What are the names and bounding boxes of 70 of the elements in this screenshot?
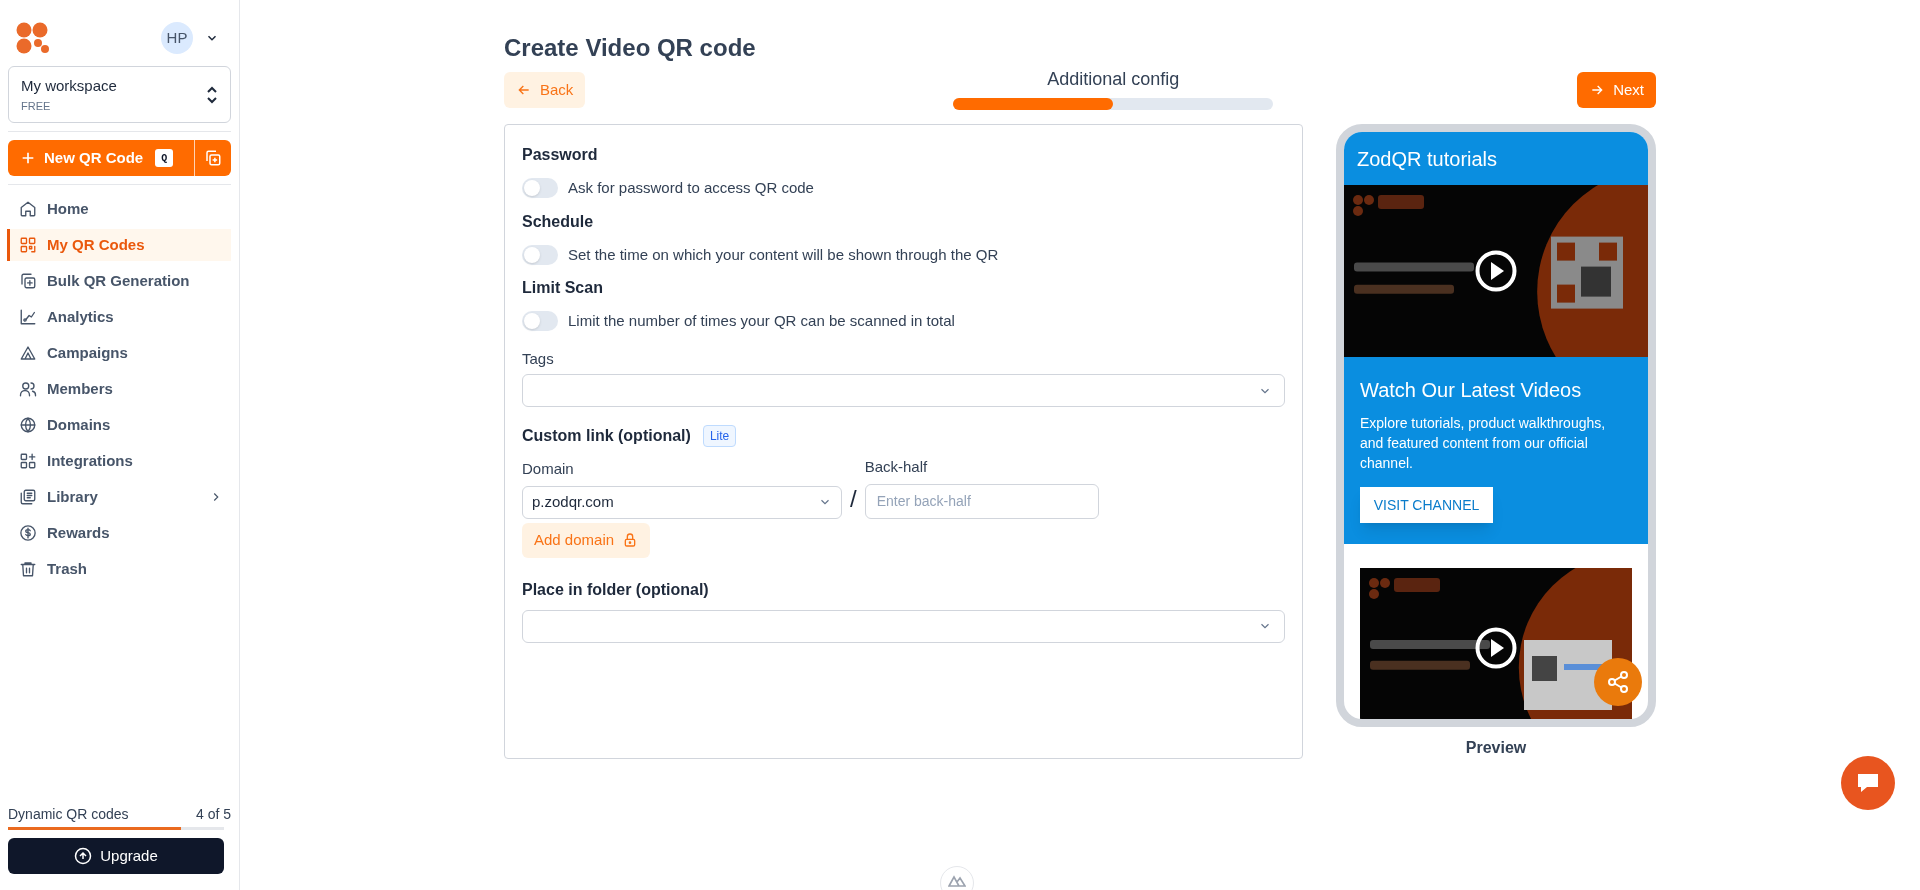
section-title: Custom link (optional) bbox=[522, 426, 691, 446]
tent-icon bbox=[19, 344, 37, 362]
field-label: Back-half bbox=[864, 457, 929, 477]
nav-item[interactable]: Domains bbox=[8, 409, 231, 441]
logo-icon[interactable] bbox=[16, 22, 50, 54]
preview-caption: Preview bbox=[1465, 738, 1527, 758]
toggle-switch[interactable] bbox=[522, 311, 558, 332]
separator-slash: / bbox=[850, 483, 857, 514]
globe-icon bbox=[19, 416, 37, 434]
shortcut-key: Q bbox=[155, 149, 174, 167]
section-title: Password bbox=[522, 145, 599, 165]
toggle-label: Set the time on which your content will be shown through the QR bbox=[568, 244, 999, 265]
visit-channel-button[interactable]: VISIT CHANNEL bbox=[1360, 487, 1493, 523]
share-icon bbox=[1606, 670, 1630, 694]
nav-item[interactable]: Campaigns bbox=[8, 337, 231, 369]
usage-label: Dynamic QR codes bbox=[8, 805, 129, 824]
grid-plus-icon bbox=[19, 452, 37, 470]
preview-heading: ZodQR tutorials bbox=[1357, 146, 1498, 172]
field-label: Domain bbox=[522, 459, 575, 479]
workspace-switcher[interactable]: My workspace FREE bbox=[8, 66, 231, 123]
chat-button[interactable] bbox=[1841, 756, 1895, 810]
nav-item[interactable]: Home bbox=[8, 193, 231, 225]
mountain-icon bbox=[948, 875, 966, 887]
promo-text: Explore tutorials, product walkthroughs, and featured content from our official channel. bbox=[1360, 414, 1607, 473]
workspace-name: My workspace bbox=[21, 76, 117, 96]
page-title: Create Video QR code bbox=[504, 33, 757, 63]
nav-item[interactable]: Trash bbox=[8, 553, 231, 585]
new-qr-code-button[interactable]: New QR Code Q bbox=[8, 140, 194, 176]
promo-title: Watch Our Latest Videos bbox=[1360, 378, 1583, 403]
nav-item[interactable]: Rewards bbox=[8, 517, 231, 549]
bulk-create-button[interactable] bbox=[194, 140, 231, 176]
nav-item[interactable]: Integrations bbox=[8, 445, 231, 477]
play-icon[interactable] bbox=[1475, 250, 1517, 292]
chevrons-up-down-icon bbox=[206, 85, 218, 104]
play-icon[interactable] bbox=[1475, 627, 1517, 669]
line-chart-icon bbox=[19, 308, 37, 326]
nav-item[interactable]: Members bbox=[8, 373, 231, 405]
section-title: Schedule bbox=[522, 211, 595, 232]
qr-code-icon bbox=[19, 236, 37, 254]
tags-select[interactable] bbox=[522, 374, 1285, 407]
library-icon bbox=[19, 488, 37, 506]
workspace-plan: FREE bbox=[21, 98, 52, 114]
copy-plus-icon bbox=[204, 149, 222, 167]
nav-item[interactable]: Bulk QR Generation bbox=[8, 265, 231, 297]
copy-plus-icon bbox=[19, 272, 37, 290]
user-avatar[interactable]: HP bbox=[161, 22, 193, 54]
trash-icon bbox=[19, 560, 37, 578]
folder-select[interactable] bbox=[522, 609, 1285, 643]
house-icon bbox=[19, 200, 37, 218]
nav-item[interactable]: Library bbox=[8, 481, 231, 513]
step-label: Additional config bbox=[1047, 68, 1180, 90]
devtools-button[interactable] bbox=[940, 866, 974, 890]
usage-count: 4 of 5 bbox=[195, 805, 231, 824]
toggle-label: Limit the number of times your QR can be scanned in total bbox=[568, 311, 955, 331]
nav-item[interactable]: Analytics bbox=[8, 301, 231, 333]
section-title: Place in folder (optional) bbox=[522, 579, 710, 600]
plus-icon bbox=[20, 150, 36, 166]
domain-select[interactable]: p.zodqr.com bbox=[522, 485, 842, 519]
dollar-badge-icon bbox=[19, 524, 37, 542]
users-icon bbox=[19, 380, 37, 398]
chat-icon bbox=[1855, 771, 1881, 795]
upgrade-button[interactable]: Upgrade bbox=[8, 838, 224, 874]
toggle-label: Ask for password to access QR code bbox=[568, 178, 814, 198]
toggle-switch[interactable] bbox=[522, 178, 558, 199]
arrow-up-circle-icon bbox=[74, 847, 93, 865]
toggle-switch[interactable] bbox=[522, 244, 558, 265]
section-title: Limit Scan bbox=[522, 278, 604, 298]
field-label: Tags bbox=[522, 348, 555, 369]
plan-badge: Lite bbox=[702, 425, 737, 447]
back-half-field[interactable]: Enter back-half bbox=[864, 483, 1099, 519]
